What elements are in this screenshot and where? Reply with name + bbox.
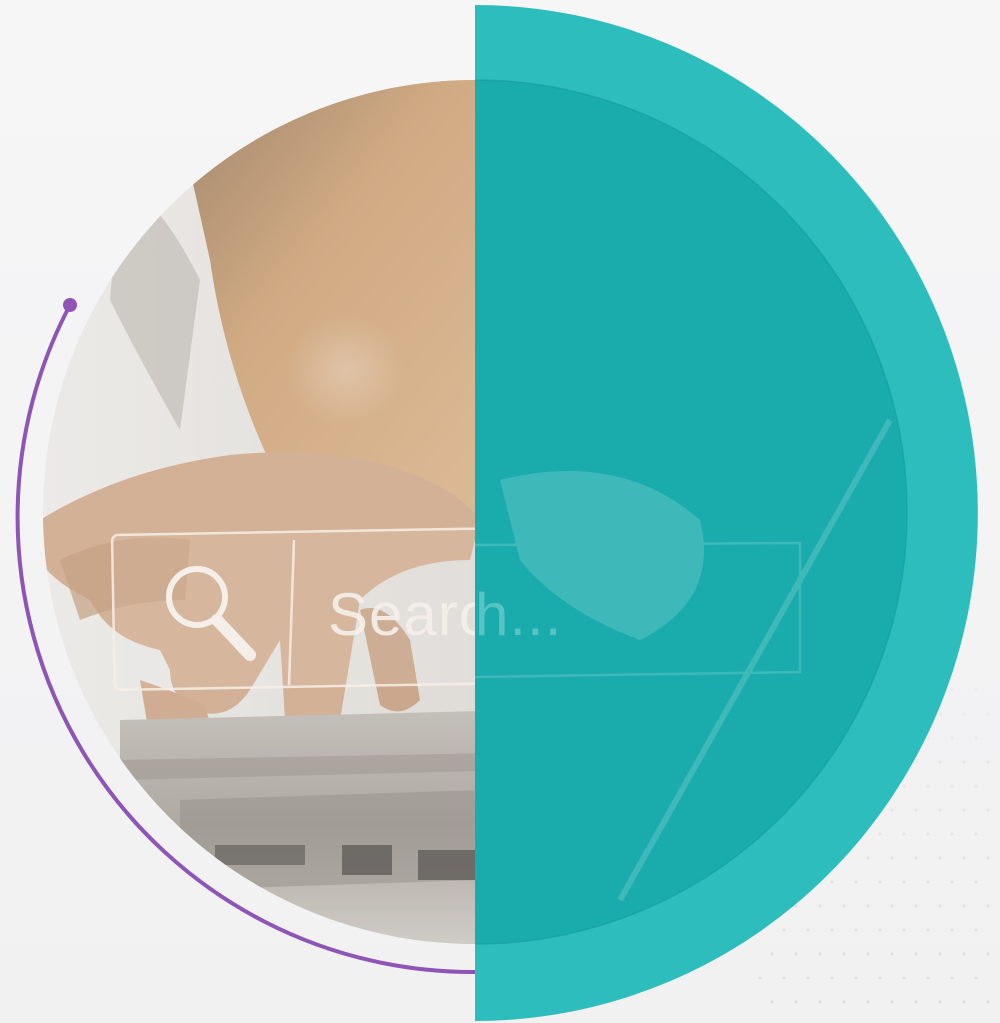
accent-arc-dot bbox=[63, 298, 77, 312]
decorative-dot bbox=[926, 784, 930, 788]
decorative-dot bbox=[974, 976, 978, 980]
decorative-dot bbox=[938, 760, 942, 764]
decorative-dot bbox=[986, 808, 990, 812]
decorative-dot bbox=[974, 784, 978, 788]
decorative-dot bbox=[818, 904, 822, 908]
decorative-dot bbox=[974, 880, 978, 884]
decorative-dot bbox=[986, 952, 990, 956]
decorative-dot bbox=[974, 928, 978, 932]
decorative-dot bbox=[854, 928, 858, 932]
search-text-ghost: h... bbox=[475, 581, 562, 648]
decorative-dot bbox=[938, 904, 942, 908]
decorative-dot bbox=[842, 952, 846, 956]
decorative-dot bbox=[926, 928, 930, 932]
decorative-dot bbox=[938, 856, 942, 860]
decorative-dot bbox=[938, 808, 942, 812]
decorative-dot bbox=[842, 1000, 846, 1004]
decorative-dot bbox=[986, 760, 990, 764]
decorative-dot bbox=[974, 832, 978, 836]
decorative-dot bbox=[914, 1000, 918, 1004]
decorative-dot bbox=[962, 808, 966, 812]
decorative-dot bbox=[902, 832, 906, 836]
hero-illustration: Search... h... bbox=[0, 0, 1000, 1023]
decorative-dot bbox=[842, 904, 846, 908]
decorative-dot bbox=[878, 880, 882, 884]
decorative-dot bbox=[962, 856, 966, 860]
decorative-dot bbox=[914, 856, 918, 860]
decorative-dot bbox=[794, 952, 798, 956]
decorative-dot bbox=[902, 976, 906, 980]
decorative-dot bbox=[818, 952, 822, 956]
decorative-dot bbox=[926, 736, 930, 740]
decorative-dot bbox=[950, 928, 954, 932]
decorative-dot bbox=[914, 904, 918, 908]
decorative-dot bbox=[890, 808, 894, 812]
decorative-dot bbox=[782, 928, 786, 932]
decorative-dot bbox=[950, 832, 954, 836]
decorative-dot bbox=[962, 1000, 966, 1004]
decorative-dot bbox=[950, 688, 954, 692]
hero-graphic: Search... h... bbox=[0, 0, 1000, 1023]
decorative-dot bbox=[938, 1000, 942, 1004]
decorative-dot bbox=[866, 904, 870, 908]
decorative-dot bbox=[902, 784, 906, 788]
decorative-dot bbox=[878, 832, 882, 836]
decorative-dot bbox=[902, 880, 906, 884]
decorative-dot bbox=[986, 904, 990, 908]
decorative-dot bbox=[962, 712, 966, 716]
decorative-dot bbox=[950, 784, 954, 788]
decorative-dot bbox=[770, 952, 774, 956]
decorative-dot bbox=[914, 808, 918, 812]
decorative-dot bbox=[878, 928, 882, 932]
decorative-dot bbox=[914, 760, 918, 764]
decorative-dot bbox=[926, 976, 930, 980]
decorative-dot bbox=[938, 712, 942, 716]
decorative-dot bbox=[986, 1000, 990, 1004]
decorative-dot bbox=[782, 976, 786, 980]
decorative-dot bbox=[902, 928, 906, 932]
decorative-dot bbox=[830, 928, 834, 932]
decorative-dot bbox=[986, 712, 990, 716]
decorative-dot bbox=[890, 856, 894, 860]
decorative-dot bbox=[806, 976, 810, 980]
decorative-dot bbox=[914, 952, 918, 956]
decorative-dot bbox=[854, 880, 858, 884]
decorative-dot bbox=[818, 1000, 822, 1004]
decorative-dot bbox=[950, 976, 954, 980]
decorative-dot bbox=[854, 976, 858, 980]
decorative-dot bbox=[758, 976, 762, 980]
decorative-dot bbox=[890, 1000, 894, 1004]
decorative-dot bbox=[950, 736, 954, 740]
decorative-dot bbox=[866, 1000, 870, 1004]
decorative-dot bbox=[890, 952, 894, 956]
decorative-dot bbox=[770, 1000, 774, 1004]
decorative-dot bbox=[938, 952, 942, 956]
decorative-dot bbox=[830, 880, 834, 884]
decorative-dot bbox=[806, 928, 810, 932]
decorative-dot bbox=[926, 880, 930, 884]
decorative-dot bbox=[962, 904, 966, 908]
decorative-dot bbox=[866, 856, 870, 860]
decorative-dot bbox=[962, 760, 966, 764]
decorative-dot bbox=[794, 1000, 798, 1004]
decorative-dot bbox=[962, 952, 966, 956]
decorative-dot bbox=[950, 880, 954, 884]
decorative-dot bbox=[890, 904, 894, 908]
decorative-dot bbox=[986, 856, 990, 860]
decorative-dot bbox=[926, 832, 930, 836]
decorative-dot bbox=[866, 952, 870, 956]
decorative-dot bbox=[974, 688, 978, 692]
decorative-dot bbox=[878, 976, 882, 980]
decorative-dot bbox=[974, 736, 978, 740]
decorative-dot bbox=[830, 976, 834, 980]
